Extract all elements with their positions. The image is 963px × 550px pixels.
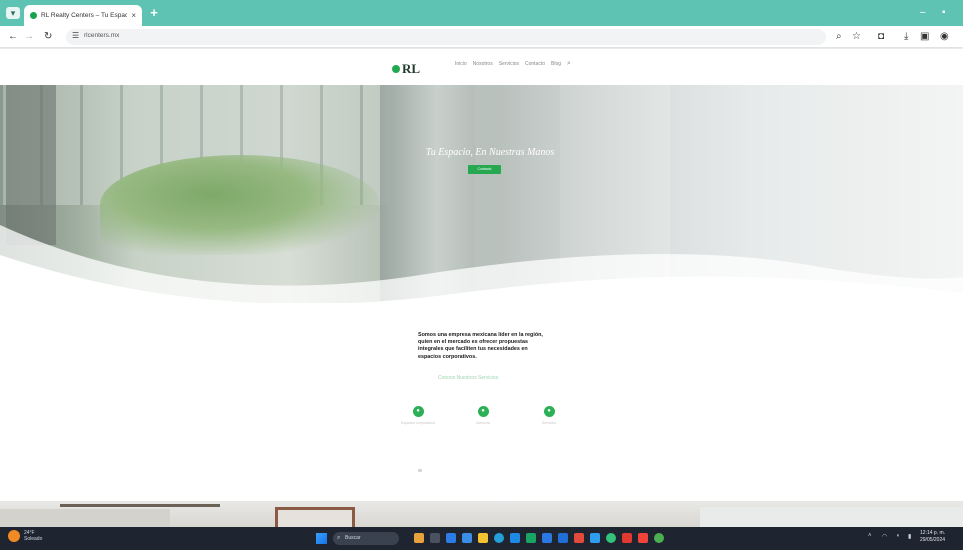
taskbar-app-icon[interactable] — [478, 533, 488, 543]
new-tab-button[interactable]: + — [148, 6, 160, 19]
url-text[interactable]: rlcenters.mx — [84, 32, 119, 39]
address-bar[interactable]: ☰ rlcenters.mx — [66, 29, 826, 45]
weather-sun-icon — [8, 530, 20, 542]
site-header: RL Inicio Nosotros Servicios Contacto Bl… — [0, 49, 963, 85]
nav-item-inicio[interactable]: Inicio — [455, 61, 467, 67]
taskbar: 24°F Soleado ⌕ Buscar ˄ ◠ ◖ ▮ 12:14 p. m… — [0, 527, 963, 550]
sidepanel-icon[interactable]: ▣ — [920, 31, 929, 43]
taskbar-search[interactable]: ⌕ Buscar — [333, 532, 399, 545]
clock-date: 29/05/2024 — [920, 537, 946, 543]
taskbar-app-icon[interactable] — [638, 533, 648, 543]
handshake-icon: ● — [477, 406, 489, 417]
hero-banner: Tu Espacio, En Nuestras Manos Contacto — [0, 85, 963, 303]
taskbar-app-icon[interactable] — [590, 533, 600, 543]
forward-arrow-icon[interactable]: → — [24, 31, 34, 43]
browser-titlebar: ▾ RL Realty Centers – Tu Espacio × + – ▪ — [0, 0, 963, 26]
check-icon: ● — [543, 406, 555, 417]
site-logo[interactable]: RL — [392, 61, 420, 77]
taskbar-app-icon[interactable] — [510, 533, 520, 543]
hero-contact-button[interactable]: Contacto — [468, 165, 501, 174]
taskbar-app-icon[interactable] — [622, 533, 632, 543]
hero-wave-divider — [0, 225, 963, 303]
feature-label: Servicios — [541, 421, 557, 425]
feature-label: Espacios corporativos — [400, 421, 436, 425]
taskbar-app-icon[interactable] — [606, 533, 616, 543]
reload-icon[interactable]: ↻ — [44, 31, 52, 43]
download-icon[interactable]: ⤓ — [904, 31, 908, 43]
clock-time: 12:14 p. m. — [920, 530, 946, 536]
volume-icon[interactable]: ◖ — [896, 533, 900, 539]
footer-image-block — [0, 509, 170, 527]
footer-image-frame — [275, 507, 355, 527]
footer-image-bar — [60, 504, 220, 507]
hero-title: Tu Espacio, En Nuestras Manos — [425, 147, 555, 158]
zoom-icon[interactable]: ⌕ — [836, 31, 842, 43]
minimize-button[interactable]: – — [920, 8, 926, 18]
site-info-icon[interactable]: ☰ — [72, 31, 79, 40]
nav-item-blog[interactable]: Blog — [551, 61, 561, 67]
tab-close-icon[interactable]: × — [131, 11, 136, 20]
web-page: RL Inicio Nosotros Servicios Contacto Bl… — [0, 49, 963, 527]
nav-item-servicios[interactable]: Servicios — [499, 61, 519, 67]
services-link[interactable]: Conoce Nuestros Servicios — [438, 375, 498, 381]
tab-title: RL Realty Centers – Tu Espacio — [41, 12, 128, 19]
browser-toolbar: ← → ↻ ☰ rlcenters.mx ⌕ ☆ ◘ ⤓ ▣ ◉ — [0, 26, 963, 48]
tray-chevron-icon[interactable]: ˄ — [868, 533, 872, 539]
feature-item[interactable]: ● Espacios corporativos — [388, 406, 448, 425]
taskbar-app-icon[interactable] — [574, 533, 584, 543]
taskbar-app-icon[interactable] — [542, 533, 552, 543]
star-icon[interactable]: ☆ — [852, 31, 861, 43]
nav-search-icon[interactable]: ⌕ — [567, 60, 571, 68]
extensions-icon[interactable]: ◘ — [878, 31, 884, 43]
logo-text: RL — [402, 61, 421, 76]
main-nav: Inicio Nosotros Servicios Contacto Blog … — [455, 60, 571, 68]
profile-icon[interactable]: ◉ — [940, 31, 949, 43]
logo-mark-icon — [392, 65, 400, 73]
site-favicon-icon — [30, 12, 37, 19]
feature-item[interactable]: ● Asesoría — [453, 406, 513, 425]
taskbar-app-icon[interactable] — [446, 533, 456, 543]
taskbar-app-icon[interactable] — [654, 533, 664, 543]
taskbar-app-icon[interactable] — [414, 533, 424, 543]
nav-item-nosotros[interactable]: Nosotros — [473, 61, 493, 67]
start-button[interactable] — [316, 533, 327, 544]
about-text: Somos una empresa mexicana líder en la r… — [418, 332, 543, 360]
weather-desc: Soleado — [24, 536, 43, 542]
building-icon: ● — [412, 406, 424, 417]
maximize-button[interactable]: ▪ — [942, 8, 946, 18]
battery-icon[interactable]: ▮ — [908, 533, 911, 540]
back-arrow-icon[interactable]: ← — [8, 31, 18, 43]
taskbar-app-icon[interactable] — [526, 533, 536, 543]
feature-label: Asesoría — [476, 421, 490, 425]
weather-widget[interactable]: 24°F Soleado — [8, 530, 42, 542]
tab-search-icon[interactable]: ▾ — [6, 7, 20, 19]
taskbar-search-placeholder: Buscar — [345, 535, 361, 541]
scroll-indicator — [418, 469, 422, 472]
taskbar-app-icon[interactable] — [558, 533, 568, 543]
taskbar-app-icon[interactable] — [462, 533, 472, 543]
taskbar-app-icon[interactable] — [494, 533, 504, 543]
taskbar-app-icon[interactable] — [430, 533, 440, 543]
taskbar-clock[interactable]: 12:14 p. m. 29/05/2024 — [920, 530, 945, 544]
footer-image-block-right — [700, 507, 963, 527]
wifi-icon[interactable]: ◠ — [882, 533, 887, 540]
search-icon: ⌕ — [337, 535, 341, 541]
feature-item[interactable]: ● Servicios — [519, 406, 579, 425]
browser-tab[interactable]: RL Realty Centers – Tu Espacio × — [24, 5, 142, 26]
nav-item-contacto[interactable]: Contacto — [525, 61, 545, 67]
